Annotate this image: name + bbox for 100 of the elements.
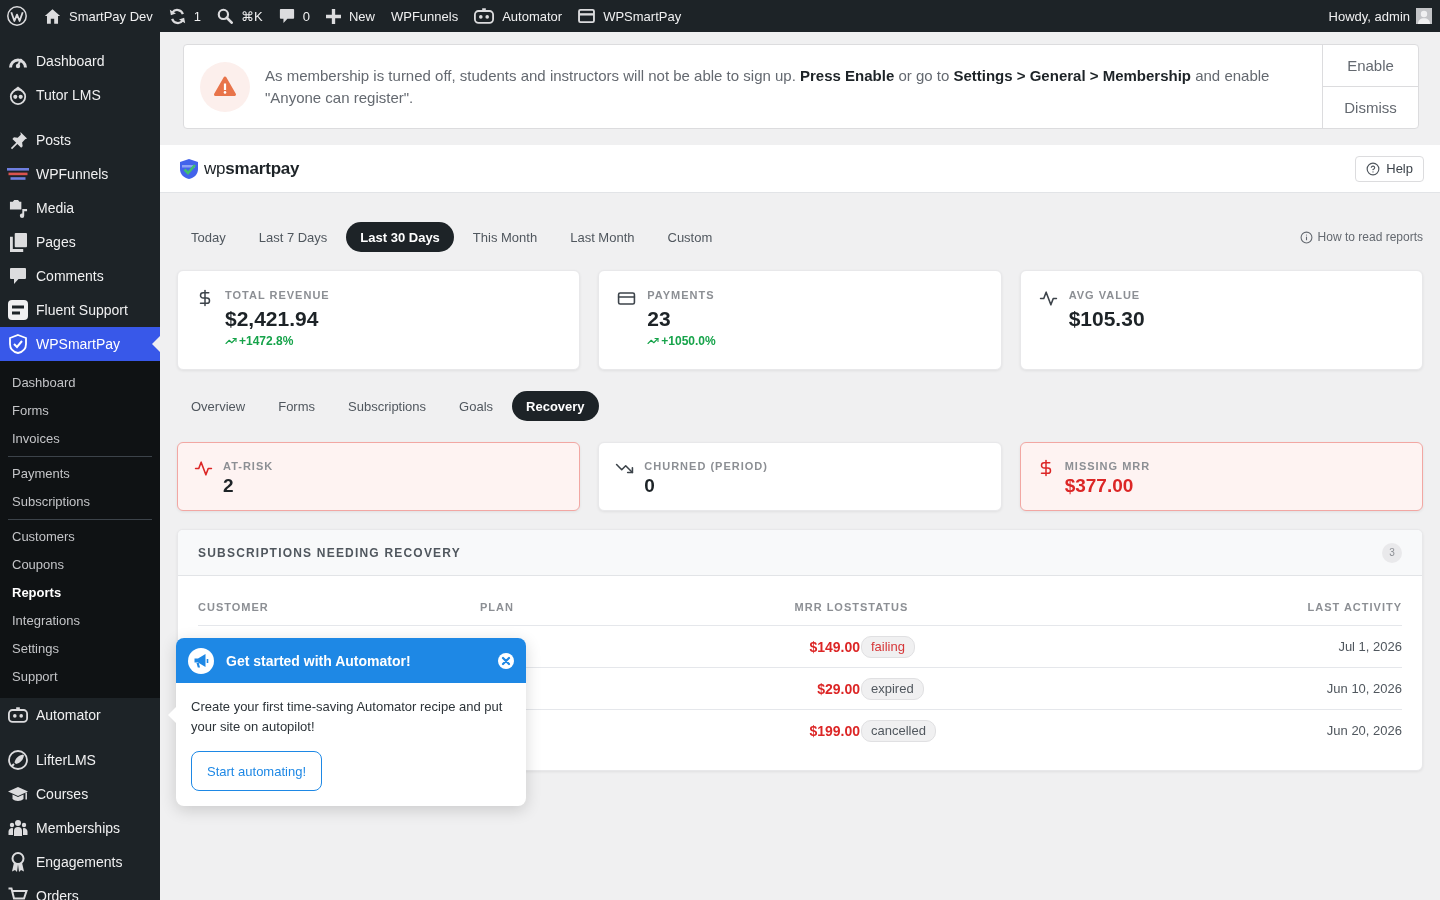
submenu-item[interactable]: Payments <box>0 460 160 488</box>
close-button[interactable] <box>498 652 514 669</box>
account-menu[interactable]: Howdy, admin <box>1320 0 1432 32</box>
speech-bubble-icon <box>278 8 295 24</box>
menu-item[interactable]: Fluent Support <box>0 293 160 327</box>
menu-item[interactable]: LifterLMS <box>0 743 160 777</box>
credit-card-icon <box>617 289 637 308</box>
submenu-item[interactable]: Subscriptions <box>0 488 160 516</box>
award-icon <box>10 852 26 872</box>
stripes-icon <box>7 168 29 180</box>
date-range-tab[interactable]: Custom <box>653 222 727 252</box>
menu-item[interactable]: Comments <box>0 259 160 293</box>
speech-bubble-icon <box>9 267 27 285</box>
toolbar-item[interactable]: 0 <box>270 0 318 32</box>
toolbar-item[interactable]: WPSmartPay <box>570 0 690 32</box>
close-icon <box>498 652 514 669</box>
report-tab[interactable]: Goals <box>445 391 508 421</box>
menu-item[interactable]: Tutor LMS <box>0 78 160 112</box>
stat-label: TOTAL REVENUE <box>225 288 330 302</box>
notice-message: As membership is turned off, students and instructors will not be able to sign up. Press Enable or go to Settings > General > Membership and enable "Anyone can register". <box>265 65 1271 108</box>
date-range-tab[interactable]: This Month <box>458 222 552 252</box>
start-automating-button[interactable]: Start automating! <box>191 751 322 791</box>
stat-label: AVG VALUE <box>1068 288 1142 302</box>
date-range-tab[interactable]: Last 30 Days <box>346 222 454 252</box>
megaphone-icon <box>188 647 214 674</box>
stat-value: $377.00 <box>1064 474 1135 498</box>
toolbar-item[interactable]: WPFunnels <box>382 0 467 32</box>
date-range-tab[interactable]: Last 7 Days <box>244 222 342 252</box>
change-text: +1050.0% <box>661 334 716 348</box>
column-header: CUSTOMER <box>198 600 270 613</box>
column-header: PLAN <box>480 600 515 613</box>
logo-icon[interactable] <box>7 6 27 26</box>
info-icon <box>1299 230 1313 244</box>
menu-item[interactable]: Posts <box>0 123 160 157</box>
submenu-item[interactable]: Integrations <box>0 607 160 635</box>
status-badge: expired <box>861 677 924 700</box>
media-icon <box>8 198 28 218</box>
submenu-item[interactable]: Reports <box>0 579 160 607</box>
report-tab[interactable]: Recovery <box>512 391 599 421</box>
menu-item[interactable]: Dashboard <box>0 44 160 78</box>
pulse-icon <box>1038 289 1058 308</box>
stat-value: 23 <box>647 306 672 332</box>
search-icon <box>217 8 234 24</box>
help-button[interactable]: Help <box>1355 155 1424 182</box>
amount-text: $199.00 <box>809 722 860 739</box>
change-text: +1472.8% <box>239 334 294 348</box>
table-title: SUBSCRIPTIONS NEEDING RECOVERY <box>198 545 461 560</box>
stat-label: PAYMENTS <box>647 288 716 302</box>
submenu-item[interactable]: Customers <box>0 523 160 551</box>
status-badge: cancelled <box>861 719 936 742</box>
pulse-icon <box>194 459 213 478</box>
toolbar-item[interactable]: ⌘K <box>209 0 271 32</box>
report-tab[interactable]: Forms <box>264 391 330 421</box>
menu-item[interactable]: Automator <box>0 698 160 732</box>
column-header: STATUS <box>860 600 910 613</box>
date-text: Jun 10, 2026 <box>1326 681 1402 696</box>
report-tab[interactable]: Subscriptions <box>334 391 441 421</box>
menu-item[interactable]: Pages <box>0 225 160 259</box>
menu-item[interactable]: Courses <box>0 777 160 811</box>
dismiss-button[interactable]: Dismiss <box>1323 86 1418 128</box>
stat-label: CHURNED (PERIOD) <box>644 459 768 473</box>
menu-item[interactable]: Engagements <box>0 845 160 879</box>
popup-title: Get started with Automator! <box>226 652 412 669</box>
stat-value: 0 <box>644 474 656 498</box>
pushpin-icon <box>8 130 28 150</box>
warning-icon <box>200 61 250 112</box>
submenu-item[interactable]: Support <box>0 663 160 691</box>
toolbar-item[interactable]: Automator <box>466 0 571 32</box>
guide-link[interactable]: How to read reports <box>1299 230 1423 244</box>
date-range-tab[interactable]: Last Month <box>556 222 649 252</box>
date-text: Jun 20, 2026 <box>1326 723 1402 738</box>
toolbar-item[interactable]: 1 <box>160 0 210 32</box>
menu-item[interactable]: Memberships <box>0 811 160 845</box>
report-tab[interactable]: Overview <box>177 391 260 421</box>
pages-icon <box>9 232 27 252</box>
robot-icon <box>474 8 495 24</box>
popup-text: Create your first time-saving Automator recipe and put your site on autopilot! <box>191 698 504 736</box>
amount-text: $29.00 <box>817 680 860 697</box>
date-range-tab[interactable]: Today <box>177 222 240 252</box>
menu-pointer-icon <box>152 336 160 352</box>
people-icon <box>8 819 28 837</box>
submenu-item[interactable]: Coupons <box>0 551 160 579</box>
submenu-item[interactable]: Forms <box>0 397 160 425</box>
toolbar-item[interactable]: New <box>317 0 383 32</box>
card-icon <box>578 9 596 23</box>
brand-name: wpsmartpay <box>204 158 300 179</box>
menu-item[interactable]: Media <box>0 191 160 225</box>
graduation-cap-icon <box>8 785 28 803</box>
submenu-item[interactable]: Settings <box>0 635 160 663</box>
stat-value: $105.30 <box>1068 306 1145 332</box>
menu-item[interactable]: WPSmartPay <box>0 327 160 361</box>
stat-value: $2,421.94 <box>225 306 320 332</box>
help-icon <box>1366 161 1381 176</box>
toolbar-item[interactable]: SmartPay Dev <box>36 0 161 32</box>
menu-item[interactable]: WPFunnels <box>0 157 160 191</box>
submenu-item[interactable]: Dashboard <box>0 369 160 397</box>
status-badge: failing <box>861 635 915 658</box>
enable-button[interactable]: Enable <box>1323 45 1418 86</box>
cart-icon <box>8 887 28 900</box>
submenu-item[interactable]: Invoices <box>0 425 160 453</box>
